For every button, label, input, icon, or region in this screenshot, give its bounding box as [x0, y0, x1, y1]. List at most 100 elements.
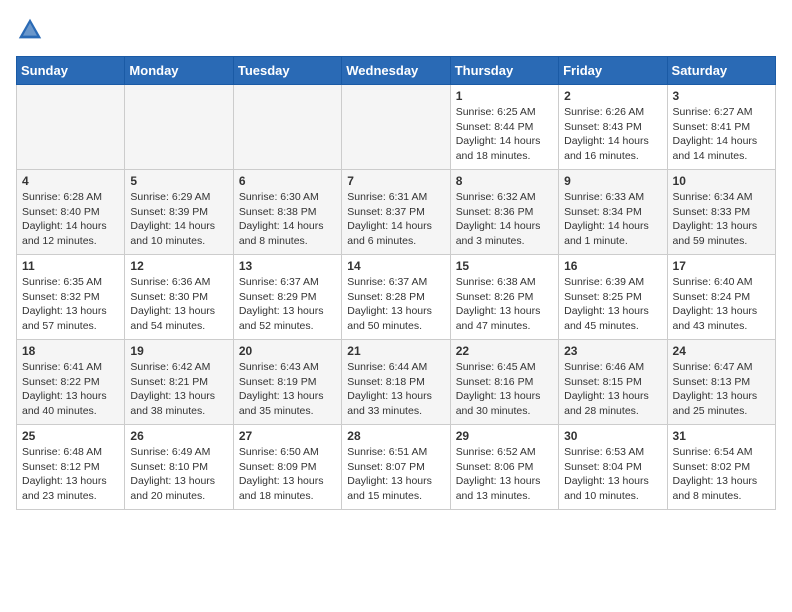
- day-number: 15: [456, 259, 553, 273]
- day-info: Sunrise: 6:31 AMSunset: 8:37 PMDaylight:…: [347, 190, 444, 249]
- calendar-week-5: 25 Sunrise: 6:48 AMSunset: 8:12 PMDayligh…: [17, 425, 776, 510]
- calendar-cell: 26 Sunrise: 6:49 AMSunset: 8:10 PMDayligh…: [125, 425, 233, 510]
- calendar-cell: 23 Sunrise: 6:46 AMSunset: 8:15 PMDayligh…: [559, 340, 667, 425]
- calendar-cell: 22 Sunrise: 6:45 AMSunset: 8:16 PMDayligh…: [450, 340, 558, 425]
- day-info: Sunrise: 6:46 AMSunset: 8:15 PMDaylight:…: [564, 360, 661, 419]
- day-number: 20: [239, 344, 336, 358]
- day-info: Sunrise: 6:26 AMSunset: 8:43 PMDaylight:…: [564, 105, 661, 164]
- day-info: Sunrise: 6:27 AMSunset: 8:41 PMDaylight:…: [673, 105, 770, 164]
- day-number: 19: [130, 344, 227, 358]
- day-header-thursday: Thursday: [450, 57, 558, 85]
- day-info: Sunrise: 6:39 AMSunset: 8:25 PMDaylight:…: [564, 275, 661, 334]
- day-info: Sunrise: 6:44 AMSunset: 8:18 PMDaylight:…: [347, 360, 444, 419]
- calendar-cell: 8Sunrise: 6:32 AMSunset: 8:36 PMDaylight…: [450, 170, 558, 255]
- day-info: Sunrise: 6:49 AMSunset: 8:10 PMDaylight:…: [130, 445, 227, 504]
- calendar-cell: 25 Sunrise: 6:48 AMSunset: 8:12 PMDayligh…: [17, 425, 125, 510]
- day-info: Sunrise: 6:40 AMSunset: 8:24 PMDaylight:…: [673, 275, 770, 334]
- day-number: 13: [239, 259, 336, 273]
- day-number: 10: [673, 174, 770, 188]
- day-number: 4: [22, 174, 119, 188]
- calendar-cell: 11 Sunrise: 6:35 AMSunset: 8:32 PMDayligh…: [17, 255, 125, 340]
- day-number: 25: [22, 429, 119, 443]
- day-number: 29: [456, 429, 553, 443]
- day-info: Sunrise: 6:34 AMSunset: 8:33 PMDaylight:…: [673, 190, 770, 249]
- calendar-cell: 19 Sunrise: 6:42 AMSunset: 8:21 PMDayligh…: [125, 340, 233, 425]
- day-info: Sunrise: 6:42 AMSunset: 8:21 PMDaylight:…: [130, 360, 227, 419]
- calendar-cell: 3 Sunrise: 6:27 AMSunset: 8:41 PMDaylight…: [667, 85, 775, 170]
- calendar-cell: 14Sunrise: 6:37 AMSunset: 8:28 PMDayligh…: [342, 255, 450, 340]
- calendar-cell: 7 Sunrise: 6:31 AMSunset: 8:37 PMDaylight…: [342, 170, 450, 255]
- calendar-cell: 16 Sunrise: 6:39 AMSunset: 8:25 PMDayligh…: [559, 255, 667, 340]
- day-info: Sunrise: 6:54 AMSunset: 8:02 PMDaylight:…: [673, 445, 770, 504]
- day-number: 1: [456, 89, 553, 103]
- day-number: 6: [239, 174, 336, 188]
- day-number: 18: [22, 344, 119, 358]
- day-info: Sunrise: 6:30 AMSunset: 8:38 PMDaylight:…: [239, 190, 336, 249]
- day-number: 5: [130, 174, 227, 188]
- day-number: 16: [564, 259, 661, 273]
- day-number: 11: [22, 259, 119, 273]
- calendar-cell: [17, 85, 125, 170]
- calendar-cell: 21 Sunrise: 6:44 AMSunset: 8:18 PMDayligh…: [342, 340, 450, 425]
- calendar-cell: 27Sunrise: 6:50 AMSunset: 8:09 PMDayligh…: [233, 425, 341, 510]
- day-number: 2: [564, 89, 661, 103]
- calendar-cell: [233, 85, 341, 170]
- day-info: Sunrise: 6:25 AMSunset: 8:44 PMDaylight:…: [456, 105, 553, 164]
- day-info: Sunrise: 6:32 AMSunset: 8:36 PMDaylight:…: [456, 190, 553, 249]
- day-info: Sunrise: 6:37 AMSunset: 8:28 PMDaylight:…: [347, 275, 444, 334]
- header: [16, 16, 776, 44]
- calendar-week-1: 1 Sunrise: 6:25 AMSunset: 8:44 PMDaylight…: [17, 85, 776, 170]
- calendar-cell: [125, 85, 233, 170]
- calendar-cell: 6 Sunrise: 6:30 AMSunset: 8:38 PMDaylight…: [233, 170, 341, 255]
- day-info: Sunrise: 6:35 AMSunset: 8:32 PMDaylight:…: [22, 275, 119, 334]
- day-info: Sunrise: 6:28 AMSunset: 8:40 PMDaylight:…: [22, 190, 119, 249]
- calendar-week-4: 18Sunrise: 6:41 AMSunset: 8:22 PMDayligh…: [17, 340, 776, 425]
- day-info: Sunrise: 6:45 AMSunset: 8:16 PMDaylight:…: [456, 360, 553, 419]
- calendar-cell: 31 Sunrise: 6:54 AMSunset: 8:02 PMDayligh…: [667, 425, 775, 510]
- day-header-sunday: Sunday: [17, 57, 125, 85]
- calendar-week-3: 11 Sunrise: 6:35 AMSunset: 8:32 PMDayligh…: [17, 255, 776, 340]
- day-info: Sunrise: 6:38 AMSunset: 8:26 PMDaylight:…: [456, 275, 553, 334]
- calendar-cell: 12 Sunrise: 6:36 AMSunset: 8:30 PMDayligh…: [125, 255, 233, 340]
- day-info: Sunrise: 6:48 AMSunset: 8:12 PMDaylight:…: [22, 445, 119, 504]
- logo-icon: [16, 16, 44, 44]
- day-number: 21: [347, 344, 444, 358]
- day-number: 31: [673, 429, 770, 443]
- day-number: 12: [130, 259, 227, 273]
- day-number: 17: [673, 259, 770, 273]
- calendar-cell: 29 Sunrise: 6:52 AMSunset: 8:06 PMDayligh…: [450, 425, 558, 510]
- day-info: Sunrise: 6:29 AMSunset: 8:39 PMDaylight:…: [130, 190, 227, 249]
- logo: [16, 16, 48, 44]
- day-info: Sunrise: 6:33 AMSunset: 8:34 PMDaylight:…: [564, 190, 661, 249]
- day-header-friday: Friday: [559, 57, 667, 85]
- day-number: 28: [347, 429, 444, 443]
- day-number: 9: [564, 174, 661, 188]
- day-info: Sunrise: 6:37 AMSunset: 8:29 PMDaylight:…: [239, 275, 336, 334]
- day-header-saturday: Saturday: [667, 57, 775, 85]
- day-info: Sunrise: 6:52 AMSunset: 8:06 PMDaylight:…: [456, 445, 553, 504]
- calendar-cell: 2 Sunrise: 6:26 AMSunset: 8:43 PMDaylight…: [559, 85, 667, 170]
- calendar-cell: 20 Sunrise: 6:43 AMSunset: 8:19 PMDayligh…: [233, 340, 341, 425]
- day-number: 24: [673, 344, 770, 358]
- calendar-cell: 1 Sunrise: 6:25 AMSunset: 8:44 PMDaylight…: [450, 85, 558, 170]
- calendar-cell: 4 Sunrise: 6:28 AMSunset: 8:40 PMDaylight…: [17, 170, 125, 255]
- day-info: Sunrise: 6:51 AMSunset: 8:07 PMDaylight:…: [347, 445, 444, 504]
- calendar-cell: 30Sunrise: 6:53 AMSunset: 8:04 PMDayligh…: [559, 425, 667, 510]
- day-number: 23: [564, 344, 661, 358]
- day-header-tuesday: Tuesday: [233, 57, 341, 85]
- calendar-cell: 15 Sunrise: 6:38 AMSunset: 8:26 PMDayligh…: [450, 255, 558, 340]
- day-info: Sunrise: 6:50 AMSunset: 8:09 PMDaylight:…: [239, 445, 336, 504]
- day-number: 30: [564, 429, 661, 443]
- day-info: Sunrise: 6:43 AMSunset: 8:19 PMDaylight:…: [239, 360, 336, 419]
- calendar-week-2: 4 Sunrise: 6:28 AMSunset: 8:40 PMDaylight…: [17, 170, 776, 255]
- day-info: Sunrise: 6:36 AMSunset: 8:30 PMDaylight:…: [130, 275, 227, 334]
- day-number: 26: [130, 429, 227, 443]
- day-number: 3: [673, 89, 770, 103]
- calendar-cell: 5 Sunrise: 6:29 AMSunset: 8:39 PMDaylight…: [125, 170, 233, 255]
- calendar-cell: 28 Sunrise: 6:51 AMSunset: 8:07 PMDayligh…: [342, 425, 450, 510]
- day-number: 7: [347, 174, 444, 188]
- calendar-header-row: SundayMondayTuesdayWednesdayThursdayFrid…: [17, 57, 776, 85]
- day-info: Sunrise: 6:47 AMSunset: 8:13 PMDaylight:…: [673, 360, 770, 419]
- day-number: 22: [456, 344, 553, 358]
- calendar: SundayMondayTuesdayWednesdayThursdayFrid…: [16, 56, 776, 510]
